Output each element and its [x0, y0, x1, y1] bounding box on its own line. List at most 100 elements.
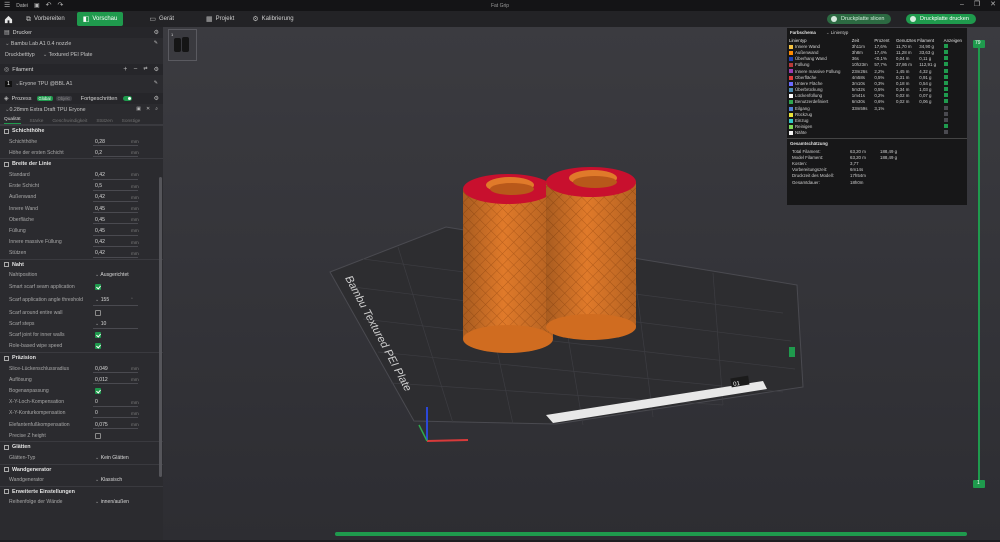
param-line-width[interactable]: Füllung 0,45 mm: [0, 225, 163, 236]
param-value[interactable]: 0,45: [95, 228, 105, 234]
minimize-icon[interactable]: –: [960, 1, 964, 8]
tab-preview[interactable]: ◧ Vorschau: [76, 12, 124, 26]
home-button[interactable]: [0, 11, 16, 27]
process-settings-icon[interactable]: ⚙: [154, 96, 159, 102]
param-precise-z[interactable]: Precise Z height: [0, 430, 163, 441]
legend-show-checkbox[interactable]: [943, 68, 948, 73]
save-icon[interactable]: ▣: [34, 3, 40, 9]
param-xy-hole[interactable]: X-Y-Loch-Kompensation 0 mm: [0, 397, 163, 408]
param-line-width[interactable]: Außenwand 0,42 mm: [0, 192, 163, 203]
maximize-icon[interactable]: ❐: [974, 1, 980, 8]
legend-show-checkbox[interactable]: [943, 56, 948, 61]
edit-icon[interactable]: ✎: [154, 41, 158, 46]
param-value[interactable]: 0,42: [95, 194, 105, 200]
param-line-width[interactable]: Innere massive Füllung 0,42 mm: [0, 237, 163, 248]
filament-item[interactable]: 1 ⌄ Eryone TPU @BBL A1 ✎: [0, 78, 163, 89]
process-profile-select[interactable]: ⌄ 0.28mm Extra Draft TPU Eryone ▣ ✕ ⌕: [0, 104, 163, 115]
filament-edit-icon[interactable]: ✎: [154, 81, 158, 86]
smart-scarf-checkbox[interactable]: [95, 283, 101, 290]
save-profile-icon[interactable]: ▣: [136, 107, 141, 112]
role-wipe-checkbox[interactable]: [95, 343, 101, 350]
layer-slider-track[interactable]: [973, 38, 985, 490]
plate-type-select[interactable]: ⌄ Textured PEI Plate: [43, 52, 93, 58]
param-role-wipe[interactable]: Role-based wipe speed: [0, 341, 163, 352]
move-slider[interactable]: [335, 532, 967, 536]
tab-strength[interactable]: Stärke: [30, 119, 44, 124]
tab-device[interactable]: ▭ Gerät: [143, 12, 180, 26]
tab-others[interactable]: Sonstige: [122, 119, 141, 124]
param-value[interactable]: 0,42: [95, 239, 105, 245]
param-scarf-steps[interactable]: Scarf steps ⌄ 10: [0, 318, 163, 329]
slice-plate-button[interactable]: Druckplatte slicen: [827, 14, 892, 24]
legend-show-checkbox[interactable]: [943, 118, 948, 123]
global-toggle[interactable]: Global: [36, 96, 53, 101]
param-scarf-inner[interactable]: Scarf joint for inner walls: [0, 330, 163, 341]
param-value[interactable]: 0,45: [95, 206, 105, 212]
param-value[interactable]: 0,42: [95, 172, 105, 178]
param-seam-position[interactable]: Nahtposition ⌄ Ausgerichtet: [0, 270, 163, 281]
tab-quality[interactable]: Qualität: [4, 117, 21, 124]
layer-slider[interactable]: 79 1: [973, 38, 985, 490]
file-menu[interactable]: Datei: [16, 3, 28, 9]
model-grip-right[interactable]: [546, 167, 636, 340]
tab-project[interactable]: ▦ Projekt: [200, 12, 240, 26]
legend-show-checkbox[interactable]: [943, 111, 948, 116]
legend-show-checkbox[interactable]: [943, 49, 948, 54]
arc-fitting-checkbox[interactable]: [95, 387, 101, 394]
param-line-width[interactable]: Stützen 0,42 mm: [0, 248, 163, 259]
legend-show-checkbox[interactable]: [943, 87, 948, 92]
legend-show-checkbox[interactable]: [943, 130, 948, 135]
plate-thumbnail[interactable]: 1: [168, 29, 197, 61]
param-value[interactable]: 0,5: [95, 183, 102, 189]
reset-profile-icon[interactable]: ✕: [146, 107, 150, 112]
param-value[interactable]: 0,42: [95, 250, 105, 256]
legend-show-checkbox[interactable]: [943, 124, 948, 129]
legend-show-checkbox[interactable]: [943, 74, 948, 79]
param-smart-scarf[interactable]: Smart scarf seam application: [0, 281, 163, 292]
legend-show-checkbox[interactable]: [943, 80, 948, 85]
scarf-entire-checkbox[interactable]: [95, 309, 101, 316]
legend-show-checkbox[interactable]: [943, 99, 948, 104]
tab-support[interactable]: Stützen: [96, 119, 112, 124]
redo-icon[interactable]: ↷: [58, 2, 64, 9]
menu-icon[interactable]: ☰: [4, 2, 10, 9]
legend-show-checkbox[interactable]: [943, 43, 948, 48]
param-scarf-threshold[interactable]: Scarf application angle threshold ⌄ 155 °: [0, 292, 163, 307]
param-elephant-foot[interactable]: Elefantenfußkompensation 0,075 mm: [0, 419, 163, 430]
tab-calibration[interactable]: ⚙ Kalibrierung: [246, 12, 299, 26]
param-arc-fitting[interactable]: Bogenanpassung: [0, 385, 163, 396]
add-icon[interactable]: +: [123, 66, 127, 73]
model-grip-left[interactable]: [463, 174, 553, 353]
color-scheme-select[interactable]: ⌄ Linientyp: [826, 30, 848, 36]
tab-prepare[interactable]: ⧉ Vorbereiten: [20, 12, 71, 26]
undo-icon[interactable]: ↶: [46, 2, 52, 9]
param-line-width[interactable]: Oberfläche 0,45 mm: [0, 214, 163, 225]
search-icon[interactable]: ⌕: [155, 107, 158, 112]
param-resolution[interactable]: Auflösung 0,012 mm: [0, 374, 163, 385]
tab-speed[interactable]: Geschwindigkeit: [52, 119, 87, 124]
legend-show-checkbox[interactable]: [943, 93, 948, 98]
filament-settings-icon[interactable]: ⚙: [154, 66, 159, 73]
close-icon[interactable]: ✕: [990, 1, 996, 8]
param-ironing-type[interactable]: Glätten-Typ ⌄ Kein Glätten: [0, 452, 163, 463]
param-line-width[interactable]: Erste Schicht 0,5 mm: [0, 181, 163, 192]
param-wall-generator[interactable]: Wandgenerator ⌄ Klassisch: [0, 475, 163, 486]
object-toggle[interactable]: Objekt: [55, 96, 72, 101]
printer-select[interactable]: ⌄ Bambu Lab A1 0.4 nozzle ✎: [0, 38, 163, 49]
param-wall-order[interactable]: Reihenfolge der Wände ⌄ innen/außen: [0, 497, 163, 508]
precise-z-checkbox[interactable]: [95, 432, 101, 439]
param-line-width[interactable]: Innere Wand 0,45 mm: [0, 203, 163, 214]
print-plate-button[interactable]: Druckplatte drucken: [906, 14, 976, 24]
param-value[interactable]: 0,45: [95, 217, 105, 223]
scarf-inner-checkbox[interactable]: [95, 332, 101, 339]
legend-row[interactable]: Nähte: [787, 130, 967, 136]
param-layer-height[interactable]: Schichthöhe 0,28 mm: [0, 136, 163, 147]
param-first-layer-height[interactable]: Höhe der ersten Schicht 0,2 mm: [0, 147, 163, 158]
param-xy-contour[interactable]: X-Y-Konturkompensation 0 mm: [0, 408, 163, 419]
legend-show-checkbox[interactable]: [943, 62, 948, 67]
param-gap-closing[interactable]: Slice-Lückenschlussradius 0,049 mm: [0, 363, 163, 374]
remove-icon[interactable]: −: [133, 66, 137, 73]
legend-show-checkbox[interactable]: [943, 105, 948, 110]
printer-settings-icon[interactable]: ⚙: [154, 30, 159, 36]
param-scarf-entire[interactable]: Scarf around entire wall: [0, 307, 163, 318]
